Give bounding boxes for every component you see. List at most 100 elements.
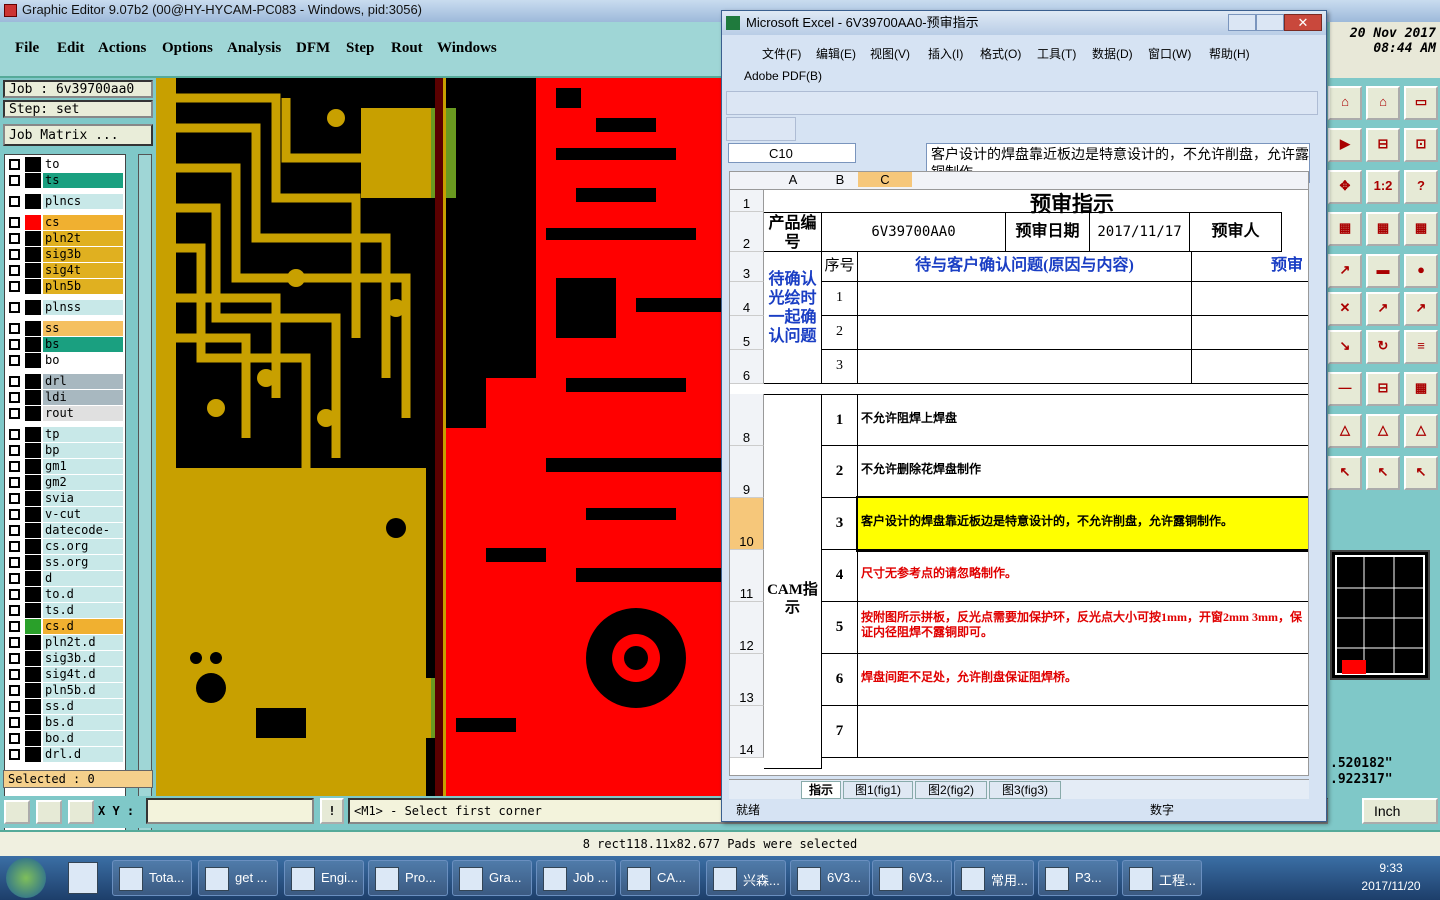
layer-checkbox[interactable] (9, 323, 20, 334)
units-select[interactable]: Inch (1362, 798, 1438, 824)
cam-instruction[interactable] (858, 706, 1308, 758)
taskbar-item[interactable]: get ... (198, 860, 278, 896)
layer-checkbox[interactable] (9, 589, 20, 600)
taskbar-item[interactable]: Tota... (112, 860, 192, 896)
layer-checkbox[interactable] (9, 733, 20, 744)
layer-checkbox[interactable] (9, 217, 20, 228)
issue-extra-cell[interactable] (1192, 282, 1308, 316)
tool-button-icon[interactable]: ↘ (1328, 330, 1362, 364)
tool-button-icon[interactable]: ≡ (1404, 330, 1438, 364)
cam-instruction[interactable]: 不允许删除花焊盘制作 (858, 446, 1308, 498)
row-header[interactable]: 14 (730, 706, 764, 758)
sheet-tab[interactable]: 图3(fig3) (989, 781, 1061, 799)
tool-button-icon[interactable]: ✕ (1328, 292, 1362, 326)
layer-row-ss[interactable]: ss (5, 321, 125, 336)
excel-menu-item[interactable]: 格式(O) (980, 45, 1021, 62)
layer-row-v-cut[interactable]: v-cut (5, 507, 125, 522)
maximize-button[interactable] (1256, 14, 1284, 31)
layer-row-bo.d[interactable]: bo.d (5, 731, 125, 746)
layer-checkbox[interactable] (9, 265, 20, 276)
layer-checkbox[interactable] (9, 493, 20, 504)
row-header[interactable]: 5 (730, 316, 764, 350)
taskbar-item[interactable]: Pro... (368, 860, 448, 896)
layer-checkbox[interactable] (9, 392, 20, 403)
tool-button-icon[interactable]: ⊟ (1366, 372, 1400, 406)
layer-row-ss.d[interactable]: ss.d (5, 699, 125, 714)
layer-row-rout[interactable]: rout (5, 406, 125, 421)
mini-map[interactable] (1330, 550, 1430, 680)
excel-menu-item[interactable]: 数据(D) (1092, 45, 1133, 62)
alert-icon[interactable]: ! (320, 798, 344, 824)
sheet-tab[interactable]: 图2(fig2) (915, 781, 987, 799)
tool-button-icon[interactable]: ▦ (1404, 212, 1438, 246)
menu-options[interactable]: Options (162, 40, 213, 57)
layer-row-d[interactable]: d (5, 571, 125, 586)
tool-button-icon[interactable]: ⊡ (1404, 128, 1438, 162)
tool-button-icon[interactable]: ▦ (1366, 212, 1400, 246)
layer-row-ldi[interactable]: ldi (5, 390, 125, 405)
layer-row-pln2t.d[interactable]: pln2t.d (5, 635, 125, 650)
issue-cell[interactable] (858, 282, 1192, 316)
col-b[interactable]: B (822, 172, 858, 187)
layer-checkbox[interactable] (9, 605, 20, 616)
issue-extra-cell[interactable] (1192, 350, 1308, 384)
layer-row-ts.d[interactable]: ts.d (5, 603, 125, 618)
layer-row-cs.org[interactable]: cs.org (5, 539, 125, 554)
tool-button-icon[interactable]: ↖ (1328, 456, 1362, 490)
grid-icon[interactable] (68, 800, 94, 824)
row-header[interactable]: 4 (730, 282, 764, 316)
tool-button-icon[interactable]: △ (1404, 414, 1438, 448)
row-header[interactable]: 11 (730, 550, 764, 602)
layer-checkbox[interactable] (9, 557, 20, 568)
layer-checkbox[interactable] (9, 408, 20, 419)
layer-row-plncs[interactable]: plncs (5, 194, 125, 209)
layer-checkbox[interactable] (9, 461, 20, 472)
layer-row-cs[interactable]: cs (5, 215, 125, 230)
layer-checkbox[interactable] (9, 159, 20, 170)
tool-button-icon[interactable]: △ (1328, 414, 1362, 448)
taskbar-item[interactable]: 工程... (1122, 860, 1202, 896)
taskbar-item[interactable]: 兴森... (706, 860, 786, 896)
taskbar-item[interactable]: 6V3... (790, 860, 870, 896)
taskbar-item[interactable]: P3... (1038, 860, 1118, 896)
row-header[interactable]: 3 (730, 252, 764, 282)
col-c[interactable]: C (858, 172, 912, 187)
layer-checkbox[interactable] (9, 653, 20, 664)
xy-input[interactable] (146, 798, 314, 824)
layer-row-to[interactable]: to (5, 157, 125, 172)
issue-cell[interactable] (858, 316, 1192, 350)
zoom-icon[interactable] (4, 800, 30, 824)
layer-row-sig4t[interactable]: sig4t (5, 263, 125, 278)
minimize-button[interactable] (1228, 14, 1256, 31)
layer-row-datecode-bo[interactable]: datecode-bo (5, 523, 125, 552)
tool-button-icon[interactable]: ✥ (1328, 170, 1362, 204)
tool-button-icon[interactable]: ↗ (1328, 254, 1362, 288)
row-header[interactable]: 13 (730, 654, 764, 706)
cam-instruction[interactable]: 尺寸无参考点的请忽略制作。 (858, 550, 1308, 602)
layer-checkbox[interactable] (9, 509, 20, 520)
layer-checkbox[interactable] (9, 355, 20, 366)
layer-checkbox[interactable] (9, 175, 20, 186)
tool-button-icon[interactable]: ▬ (1366, 254, 1400, 288)
issue-cell[interactable] (858, 350, 1192, 384)
tool-button-icon[interactable]: ↖ (1366, 456, 1400, 490)
layer-checkbox[interactable] (9, 429, 20, 440)
layer-checkbox[interactable] (9, 196, 20, 207)
layer-row-drl[interactable]: drl (5, 374, 125, 389)
row-header[interactable]: 2 (730, 212, 764, 252)
menu-dfm[interactable]: DFM (296, 40, 330, 57)
measure-icon[interactable] (36, 800, 62, 824)
start-button[interactable] (6, 858, 46, 898)
layer-row-drl.d[interactable]: drl.d (5, 747, 125, 762)
row-header[interactable]: 12 (730, 602, 764, 654)
layer-checkbox[interactable] (9, 233, 20, 244)
excel-menu-item[interactable]: 文件(F) (762, 45, 801, 62)
layer-row-to.d[interactable]: to.d (5, 587, 125, 602)
layer-row-bp[interactable]: bp (5, 443, 125, 458)
taskbar-item[interactable]: Gra... (452, 860, 532, 896)
tool-button-icon[interactable]: ▦ (1328, 212, 1362, 246)
layer-checkbox[interactable] (9, 621, 20, 632)
tool-button-icon[interactable]: ↻ (1366, 330, 1400, 364)
system-clock[interactable]: 9:33 2017/11/20 (1352, 859, 1430, 895)
layer-checkbox[interactable] (9, 685, 20, 696)
